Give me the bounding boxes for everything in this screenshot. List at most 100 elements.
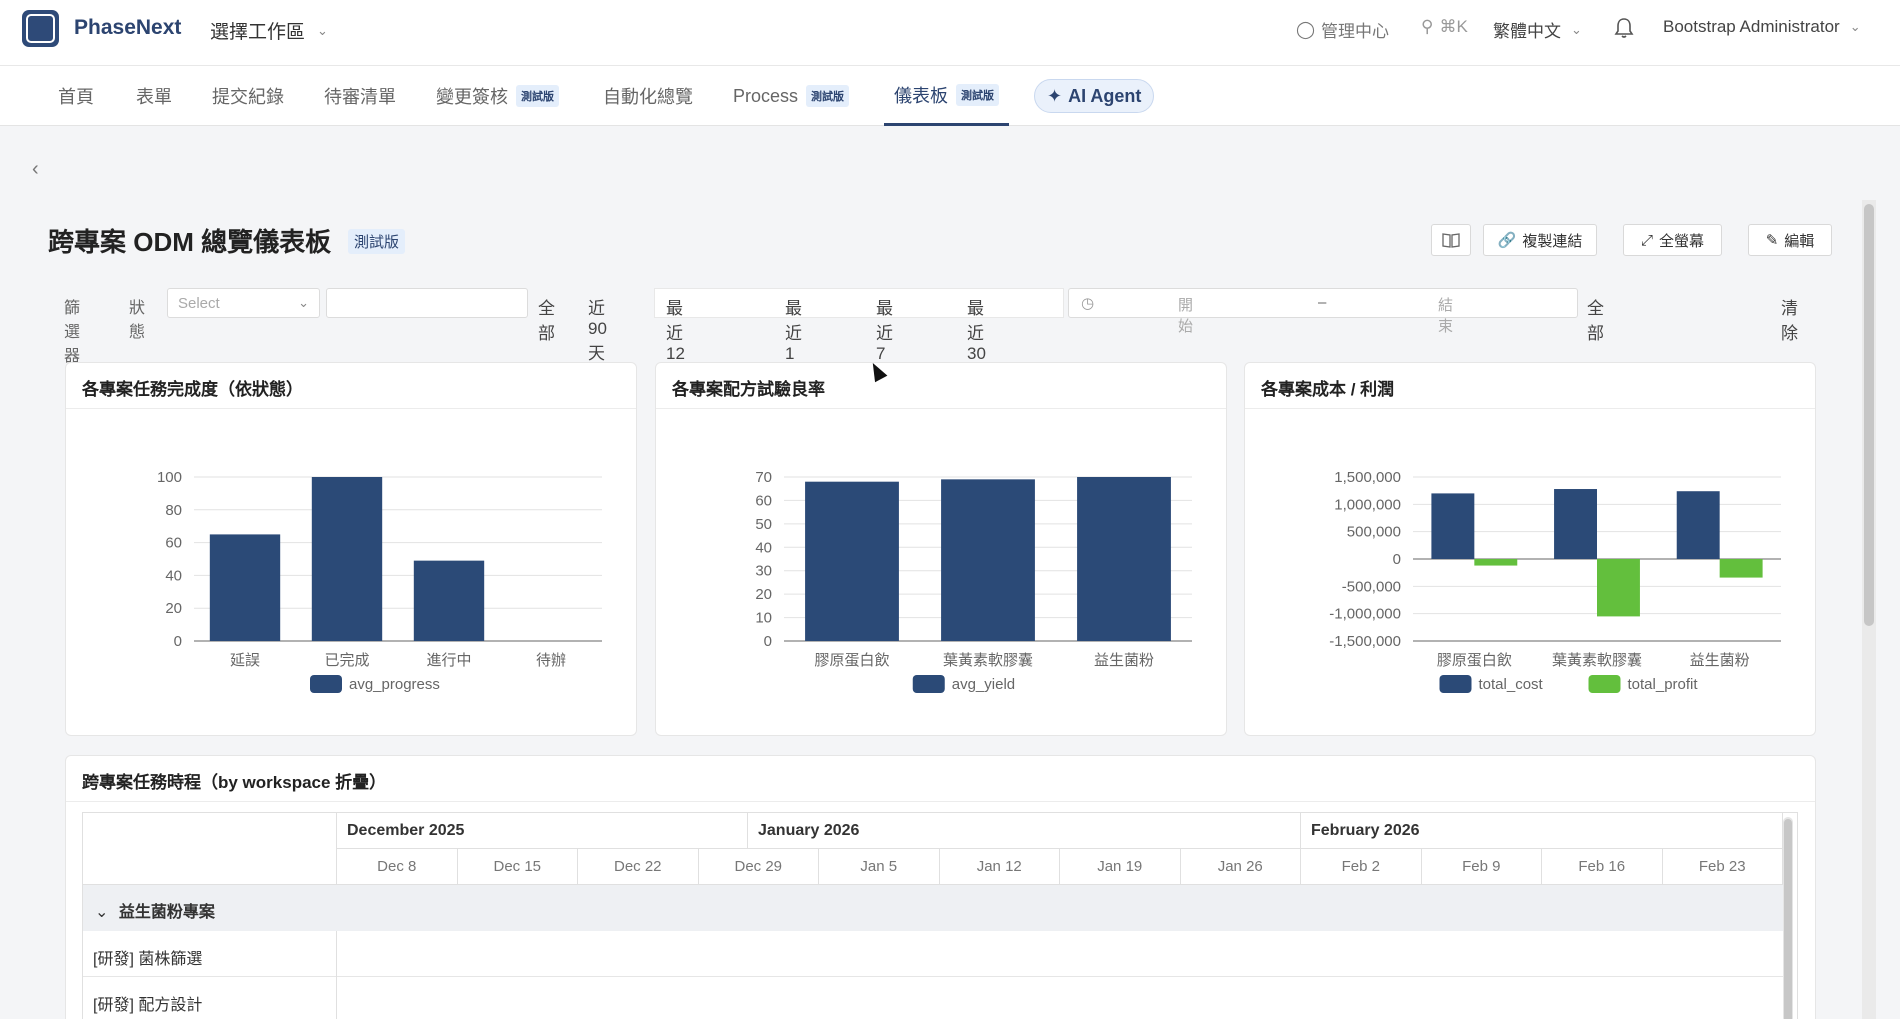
legend-swatch[interactable] xyxy=(1588,675,1621,693)
legend-label[interactable]: total_profit xyxy=(1628,676,1699,693)
legend-swatch[interactable] xyxy=(310,675,342,693)
top-header: PhaseNext 選擇工作區 ⌄ ◯ 管理中心 ⚲ ⌘K 繁體中文 ⌄ Boo… xyxy=(0,0,1900,66)
admin-center-link[interactable]: ◯ 管理中心 xyxy=(1296,17,1389,42)
x-tick-label: 葉黃素軟膠囊 xyxy=(1552,652,1642,669)
y-tick-label: 0 xyxy=(1393,551,1401,568)
chart-title: 各專案成本 / 利潤 xyxy=(1245,363,1815,409)
gantt-week: Jan 12 xyxy=(939,849,1060,885)
x-tick-label: 待辦 xyxy=(536,652,566,669)
chevron-left-icon[interactable]: ‹ xyxy=(32,158,39,181)
bar-total_cost[interactable] xyxy=(1554,489,1597,559)
gantt-chart[interactable]: December 2025 January 2026 February 2026… xyxy=(82,812,1798,1019)
tab-change-signoff[interactable]: 變更簽核 測試版 xyxy=(436,66,559,126)
y-tick-label: 20 xyxy=(755,586,772,603)
gantt-month: January 2026 xyxy=(748,813,1301,849)
bell-icon[interactable] xyxy=(1614,17,1634,39)
bar-total_profit[interactable] xyxy=(1719,559,1763,578)
y-tick-label: 70 xyxy=(755,469,772,486)
legend-label[interactable]: total_cost xyxy=(1479,676,1544,693)
y-tick-label: 1,000,000 xyxy=(1334,496,1401,513)
legend-swatch[interactable] xyxy=(1439,675,1472,693)
gantt-group-row[interactable]: ⌄ 益生菌粉專案 xyxy=(83,885,1783,931)
copy-link-button[interactable]: 🔗 複製連結 xyxy=(1483,224,1597,256)
gantt-week: Dec 15 xyxy=(457,849,578,885)
tab-process-label: Process xyxy=(733,85,799,106)
range-end[interactable]: 結束 xyxy=(1438,294,1453,336)
admin-center-label: 管理中心 xyxy=(1321,22,1390,41)
tab-pending[interactable]: 待審清單 xyxy=(324,66,396,126)
ai-agent-button[interactable]: ✦ AI Agent xyxy=(1034,79,1155,113)
clear-filters[interactable]: 清除 xyxy=(1781,294,1798,344)
tab-submissions[interactable]: 提交紀錄 xyxy=(212,66,284,126)
range-start[interactable]: 開始 xyxy=(1178,294,1193,336)
workspace-select[interactable]: 選擇工作區 ⌄ xyxy=(210,17,328,44)
chevron-down-icon: ⌄ xyxy=(95,904,109,921)
filter-all-2[interactable]: 全部 xyxy=(1587,294,1604,344)
chart-panel-progress: 各專案任務完成度（依狀態） 0 20 40 60 80 100 延誤 已完成 進行中 待辦 avg_… xyxy=(65,362,637,736)
chevron-down-icon: ⌄ xyxy=(298,295,309,310)
gantt-week: Jan 5 xyxy=(819,849,940,885)
bar-avg_progress[interactable] xyxy=(413,560,485,641)
filter-last-90[interactable]: 近 90 天 xyxy=(588,294,607,364)
y-tick-label: -1,000,000 xyxy=(1329,606,1401,623)
y-tick-label: 0 xyxy=(764,633,772,650)
tab-automation[interactable]: 自動化總覽 xyxy=(603,66,693,126)
chart-panel-yield: 各專案配方試驗良率 0 10 20 30 40 50 60 70 膠原蛋白飲 葉黃素軟膠囊 益生菌粉… xyxy=(655,362,1227,736)
gantt-month: December 2025 xyxy=(337,813,748,849)
bar-total_cost[interactable] xyxy=(1676,491,1720,559)
fullscreen-button[interactable]: ⤢ 全螢幕 xyxy=(1623,224,1722,256)
y-tick-label: -1,500,000 xyxy=(1329,633,1401,650)
language-label: 繁體中文 xyxy=(1493,22,1561,41)
tab-change-signoff-label: 變更簽核 xyxy=(436,87,508,107)
language-select[interactable]: 繁體中文 ⌄ xyxy=(1493,17,1582,42)
page-scrollbar-thumb[interactable] xyxy=(1864,204,1874,626)
gantt-week: Dec 22 xyxy=(578,849,699,885)
main-nav: 首頁 表單 提交紀錄 待審清單 變更簽核 測試版 自動化總覽 Process 測… xyxy=(0,66,1900,126)
gantt-week: Jan 26 xyxy=(1180,849,1301,885)
filter-label: 篩選器 xyxy=(64,300,81,365)
tab-forms[interactable]: 表單 xyxy=(136,66,172,126)
x-tick-label: 益生菌粉 xyxy=(1094,652,1154,669)
bar-total_profit[interactable] xyxy=(1474,559,1518,566)
y-tick-label: 1,500,000 xyxy=(1334,469,1401,486)
bar-avg_progress[interactable] xyxy=(209,534,281,641)
legend-label[interactable]: avg_progress xyxy=(349,676,440,693)
x-tick-label: 膠原蛋白飲 xyxy=(1437,652,1512,669)
x-tick-label: 延誤 xyxy=(230,652,260,669)
filter-all[interactable]: 全部 xyxy=(538,294,555,344)
sparkle-icon: ✦ xyxy=(1047,85,1063,106)
bar-total_profit[interactable] xyxy=(1597,559,1640,617)
edit-button[interactable]: ✎ 編輯 xyxy=(1748,224,1832,256)
status-select[interactable]: Select ⌄ xyxy=(167,288,320,318)
bar-avg_progress[interactable] xyxy=(311,477,383,641)
legend-swatch[interactable] xyxy=(912,675,945,693)
bar-avg_yield[interactable] xyxy=(805,481,899,641)
tab-dashboard[interactable]: 儀表板 測試版 xyxy=(884,66,1009,126)
gantt-task-row[interactable]: [研發] 配方設計 xyxy=(83,977,1783,1019)
bar-avg_yield[interactable] xyxy=(941,479,1035,641)
bar-total_cost[interactable] xyxy=(1431,493,1475,559)
y-tick-label: 50 xyxy=(755,516,772,533)
progress-bar-chart: 0 20 40 60 80 100 延誤 已完成 進行中 待辦 avg_progress xyxy=(157,469,602,693)
app-logo[interactable] xyxy=(22,10,59,47)
y-tick-label: 100 xyxy=(157,469,182,486)
tab-home[interactable]: 首頁 xyxy=(58,66,94,126)
book-icon[interactable] xyxy=(1431,224,1471,256)
beta-badge: 測試版 xyxy=(956,83,999,106)
search-button[interactable]: ⚲ ⌘K xyxy=(1421,17,1468,37)
filter-text-input[interactable] xyxy=(326,288,528,318)
gantt-scrollbar-thumb[interactable] xyxy=(1784,819,1792,1019)
workspace-label: 選擇工作區 xyxy=(210,22,306,43)
edit-label: 編輯 xyxy=(1784,232,1815,250)
gantt-title: 跨專案任務時程（by workspace 折疊） xyxy=(66,756,1815,802)
brand-name[interactable]: PhaseNext xyxy=(74,16,181,40)
bar-avg_yield[interactable] xyxy=(1077,477,1171,641)
user-menu[interactable]: Bootstrap Administrator ⌄ xyxy=(1663,17,1861,37)
y-tick-label: 0 xyxy=(174,633,182,650)
gantt-task-row[interactable]: [研發] 菌株篩選 xyxy=(83,931,1783,977)
y-tick-label: 10 xyxy=(755,610,772,627)
ai-agent-label: AI Agent xyxy=(1068,85,1142,106)
y-tick-label: 60 xyxy=(755,492,772,509)
tab-process[interactable]: Process 測試版 xyxy=(733,66,850,126)
legend-label[interactable]: avg_yield xyxy=(952,676,1015,693)
